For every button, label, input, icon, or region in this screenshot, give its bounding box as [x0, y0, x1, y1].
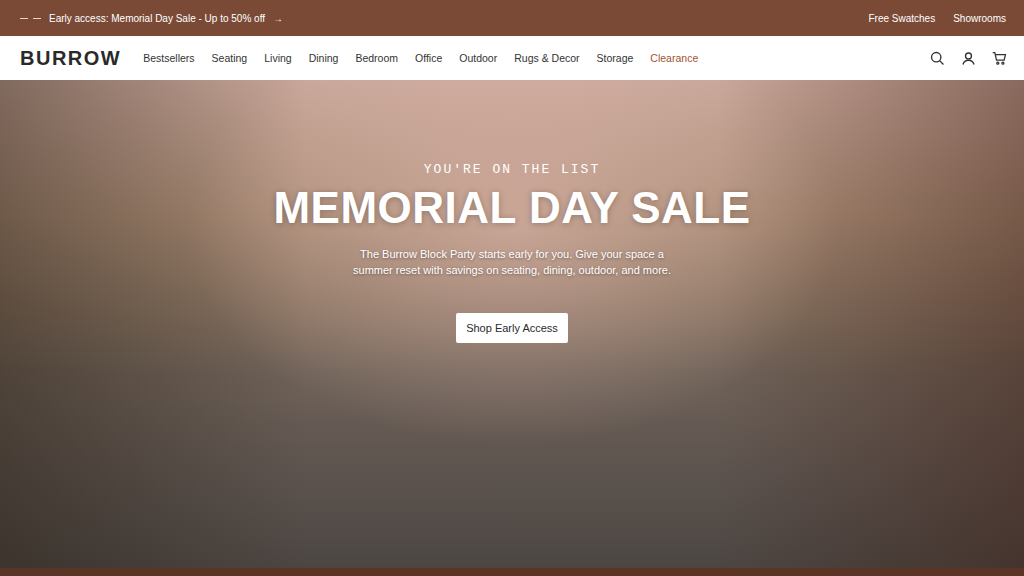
- nav-link[interactable]: Clearance: [650, 52, 698, 64]
- announcement[interactable]: Early access: Memorial Day Sale - Up to …: [20, 13, 283, 24]
- hero-banner: YOU'RE ON THE LIST MEMORIAL DAY SALE The B…: [0, 80, 1024, 568]
- nav-link[interactable]: Storage: [597, 52, 634, 64]
- announcement-bar: Early access: Memorial Day Sale - Up to …: [0, 0, 1024, 36]
- utility-link[interactable]: Showrooms: [953, 13, 1006, 24]
- nav-link[interactable]: Bestsellers: [143, 52, 194, 64]
- nav-link[interactable]: Outdoor: [459, 52, 497, 64]
- search-icon[interactable]: [929, 50, 946, 67]
- nav-links: Bestsellers Seating Living Dining Bedroom Off…: [143, 52, 929, 64]
- utility-link[interactable]: Free Swatches: [868, 13, 935, 24]
- nav-link[interactable]: Dining: [309, 52, 339, 64]
- utility-links: Free Swatches Showrooms: [868, 13, 1006, 24]
- nav-link[interactable]: Office: [415, 52, 442, 64]
- nav-link[interactable]: Bedroom: [355, 52, 398, 64]
- cart-icon[interactable]: [991, 50, 1008, 67]
- bottom-strip: [0, 568, 1024, 576]
- hero-eyebrow: YOU'RE ON THE LIST: [424, 162, 600, 177]
- nav-link[interactable]: Rugs & Decor: [514, 52, 579, 64]
- logo[interactable]: BURROW: [20, 47, 121, 70]
- shop-button[interactable]: Shop Early Access: [456, 313, 568, 343]
- main-nav: BURROW Bestsellers Seating Living Dining Bedr…: [0, 36, 1024, 80]
- announcement-text[interactable]: Early access: Memorial Day Sale - Up to …: [49, 13, 265, 24]
- account-icon[interactable]: [960, 50, 977, 67]
- hero-body: The Burrow Block Party starts early for …: [342, 247, 682, 279]
- nav-icons: [929, 50, 1008, 67]
- arrow-icon[interactable]: →: [273, 13, 283, 24]
- nav-link[interactable]: Living: [264, 52, 291, 64]
- hero-title: MEMORIAL DAY SALE: [273, 183, 750, 233]
- nav-link[interactable]: Seating: [212, 52, 248, 64]
- dashes-icon: [20, 18, 41, 19]
